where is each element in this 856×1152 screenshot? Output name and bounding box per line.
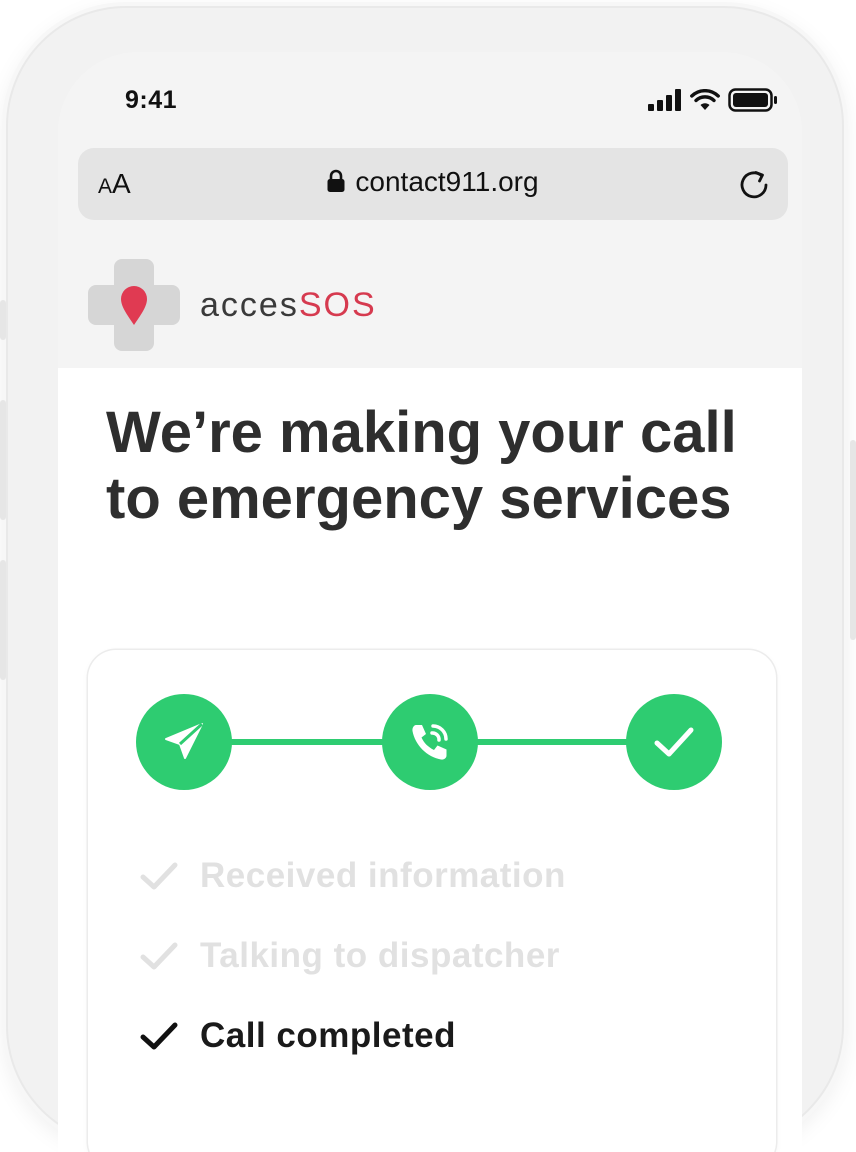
brand-name: accesSOS (200, 285, 377, 324)
lock-icon (327, 169, 345, 192)
status-label: Received information (200, 856, 566, 895)
url-display[interactable]: contact911.org (78, 166, 788, 198)
step-dispatcher (382, 694, 478, 790)
checkmark-icon (140, 862, 178, 890)
phone-side-button (850, 440, 856, 640)
signal-icon (648, 89, 681, 111)
phone-side-button (0, 560, 6, 680)
reload-icon[interactable] (734, 164, 774, 204)
status-label: Call completed (200, 1016, 456, 1055)
send-icon (165, 722, 204, 759)
checkmark-icon (140, 942, 178, 970)
step-received (136, 694, 232, 790)
checkmark-icon (140, 1022, 178, 1050)
page-title: We’re making your call to emergency serv… (106, 400, 737, 531)
status-bar: 9:41 (58, 52, 802, 142)
main-content: We’re making your call to emergency serv… (58, 368, 802, 1152)
status-item-received: Received information (138, 836, 566, 916)
brand-logo[interactable]: accesSOS (88, 259, 377, 351)
status-item-dispatcher: Talking to dispatcher (138, 916, 566, 996)
status-label: Talking to dispatcher (200, 936, 560, 975)
checkmark-icon (654, 727, 694, 757)
call-status-card: Received information Talking to dispatch… (88, 650, 776, 1152)
status-list: Received information Talking to dispatch… (138, 836, 566, 1076)
phone-side-button (0, 300, 6, 340)
status-icons (648, 86, 778, 114)
medical-cross-pin-icon (88, 259, 180, 351)
url-text: contact911.org (355, 166, 539, 197)
phone-side-button (0, 400, 6, 520)
phone-screen: 9:41 AA contact911.org accesSOS We’re ma… (58, 52, 802, 1152)
step-completed (626, 694, 722, 790)
browser-address-bar[interactable]: AA contact911.org (78, 148, 788, 220)
phone-call-icon (412, 724, 448, 760)
status-time: 9:41 (125, 86, 178, 114)
battery-icon (728, 88, 777, 112)
wifi-icon (690, 89, 720, 110)
status-item-completed: Call completed (138, 996, 566, 1076)
